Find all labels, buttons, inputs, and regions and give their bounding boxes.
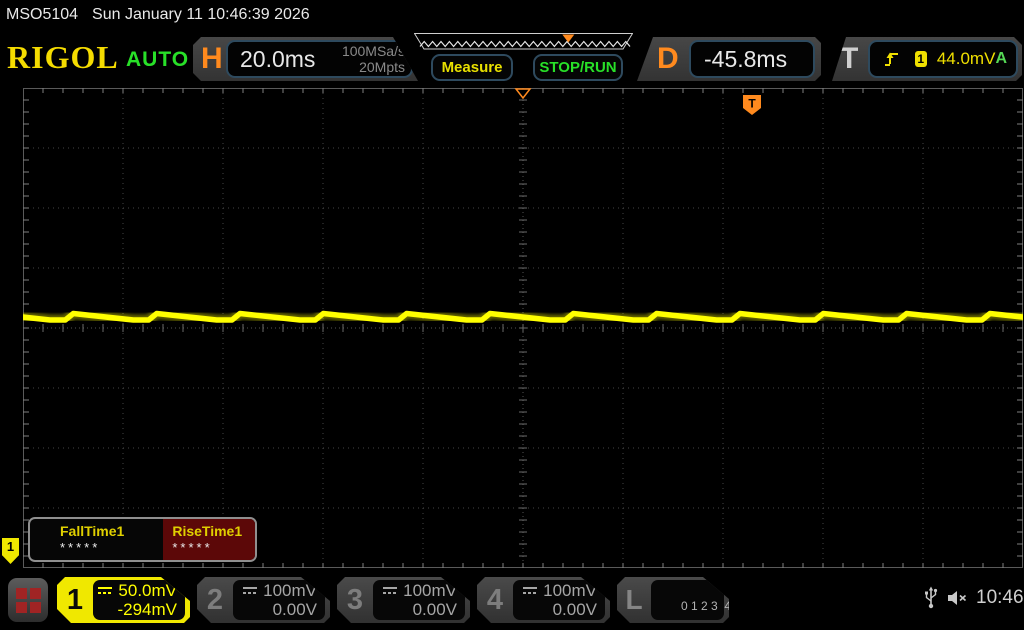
stop-run-button-label: STOP/RUN	[539, 59, 616, 76]
timebase-box[interactable]: 20.0ms 100MSa/s 20Mpts	[226, 40, 413, 78]
dc-coupling-icon	[382, 586, 398, 596]
trigger-label: T	[840, 37, 858, 81]
measurement-value: *****	[60, 540, 163, 556]
measurement-value: *****	[172, 540, 255, 556]
logic-row1: 0 1 2 3 4 5 6 7	[681, 599, 761, 613]
usb-plug-icon	[924, 586, 938, 609]
channel-offset: -294mV	[117, 600, 177, 619]
trigger-panel[interactable]: T 1 44.0mV A	[826, 37, 1022, 81]
channel-scale: 100mV	[543, 581, 597, 600]
menu-grid-icon	[16, 588, 41, 613]
trigger-source-badge: 1	[915, 51, 927, 67]
trigger-level-value: 44.0mV	[937, 49, 996, 69]
horizontal-label: H	[201, 37, 223, 81]
channel-number: 4	[477, 577, 513, 623]
measurement-name: RiseTime1	[172, 523, 255, 540]
measurement-box[interactable]: FallTime1 ***** RiseTime1 *****	[28, 517, 257, 562]
delay-value: -45.8ms	[691, 46, 787, 73]
dc-coupling-icon	[97, 586, 113, 596]
clock: 10:46	[976, 587, 1024, 609]
channel-scale: 100mV	[263, 581, 317, 600]
status-area: 10:46	[924, 586, 1024, 609]
logic-label: L	[617, 577, 651, 623]
channel2-tab[interactable]: 2 100mV 0.00V	[197, 577, 330, 623]
channel4-info: 100mV 0.00V	[513, 580, 605, 620]
channel-number: 1	[57, 577, 93, 623]
speaker-muted-icon	[946, 588, 968, 608]
logic-channel-list: 0 1 2 3 4 5 6 7 8 9 1011 12131415	[651, 580, 724, 620]
sample-rate-depth: 100MSa/s 20Mpts	[342, 43, 411, 75]
oscilloscope-screen: MSO5104 Sun January 11 10:46:39 2026 RIG…	[0, 0, 1024, 630]
trigger-flag-label: T	[748, 97, 756, 111]
channel4-tab[interactable]: 4 100mV 0.00V	[477, 577, 610, 623]
measure-button-label: Measure	[442, 59, 503, 76]
channel2-info: 100mV 0.00V	[233, 580, 325, 620]
channel1-tab[interactable]: 1 50.0mV -294mV	[57, 577, 190, 623]
logic-channels-tab[interactable]: L 0 1 2 3 4 5 6 7 8 9 1011 12131415	[617, 577, 729, 623]
trigger-sweep-badge: A	[995, 50, 1007, 68]
channel-scale: 50.0mV	[118, 581, 177, 600]
delay-box[interactable]: -45.8ms	[689, 40, 815, 78]
channel-number: 3	[337, 577, 373, 623]
rising-edge-icon	[883, 51, 898, 68]
horizontal-panel[interactable]: H 20.0ms 100MSa/s 20Mpts	[193, 37, 418, 81]
channel-offset: 0.00V	[413, 600, 457, 619]
channel-offset: 0.00V	[273, 600, 317, 619]
datetime-label: Sun January 11 10:46:39 2026	[92, 6, 310, 24]
channel-number: 2	[197, 577, 233, 623]
channel-scale: 100mV	[403, 581, 457, 600]
measurement-risetime[interactable]: RiseTime1 *****	[163, 519, 255, 560]
stop-run-button[interactable]: STOP/RUN	[533, 54, 623, 81]
channel-offset: 0.00V	[553, 600, 597, 619]
measurement-falltime[interactable]: FallTime1 *****	[30, 519, 163, 560]
dc-coupling-icon	[522, 586, 538, 596]
waveform-preview-strip[interactable]	[414, 33, 633, 50]
measure-button[interactable]: Measure	[431, 54, 513, 81]
rigol-logo: RIGOL	[7, 39, 119, 76]
timebase-value: 20.0ms	[228, 46, 315, 73]
dc-coupling-icon	[242, 586, 258, 596]
trigger-box[interactable]: 1 44.0mV A	[868, 40, 1018, 78]
graticule: T	[23, 88, 1023, 568]
model-label: MSO5104	[6, 6, 78, 24]
acquisition-mode-badge: AUTO	[126, 48, 189, 72]
channel1-info: 50.0mV -294mV	[93, 580, 185, 620]
delay-label: D	[657, 37, 679, 81]
main-menu-button[interactable]	[8, 578, 48, 622]
trigger-position-marker[interactable]	[516, 89, 530, 98]
measurement-name: FallTime1	[60, 523, 163, 540]
channel3-tab[interactable]: 3 100mV 0.00V	[337, 577, 470, 623]
delay-panel[interactable]: D -45.8ms	[631, 37, 821, 81]
channel3-info: 100mV 0.00V	[373, 580, 465, 620]
channel1-offset-marker[interactable]: 1	[2, 538, 19, 564]
titlebar: MSO5104 Sun January 11 10:46:39 2026	[6, 6, 310, 24]
